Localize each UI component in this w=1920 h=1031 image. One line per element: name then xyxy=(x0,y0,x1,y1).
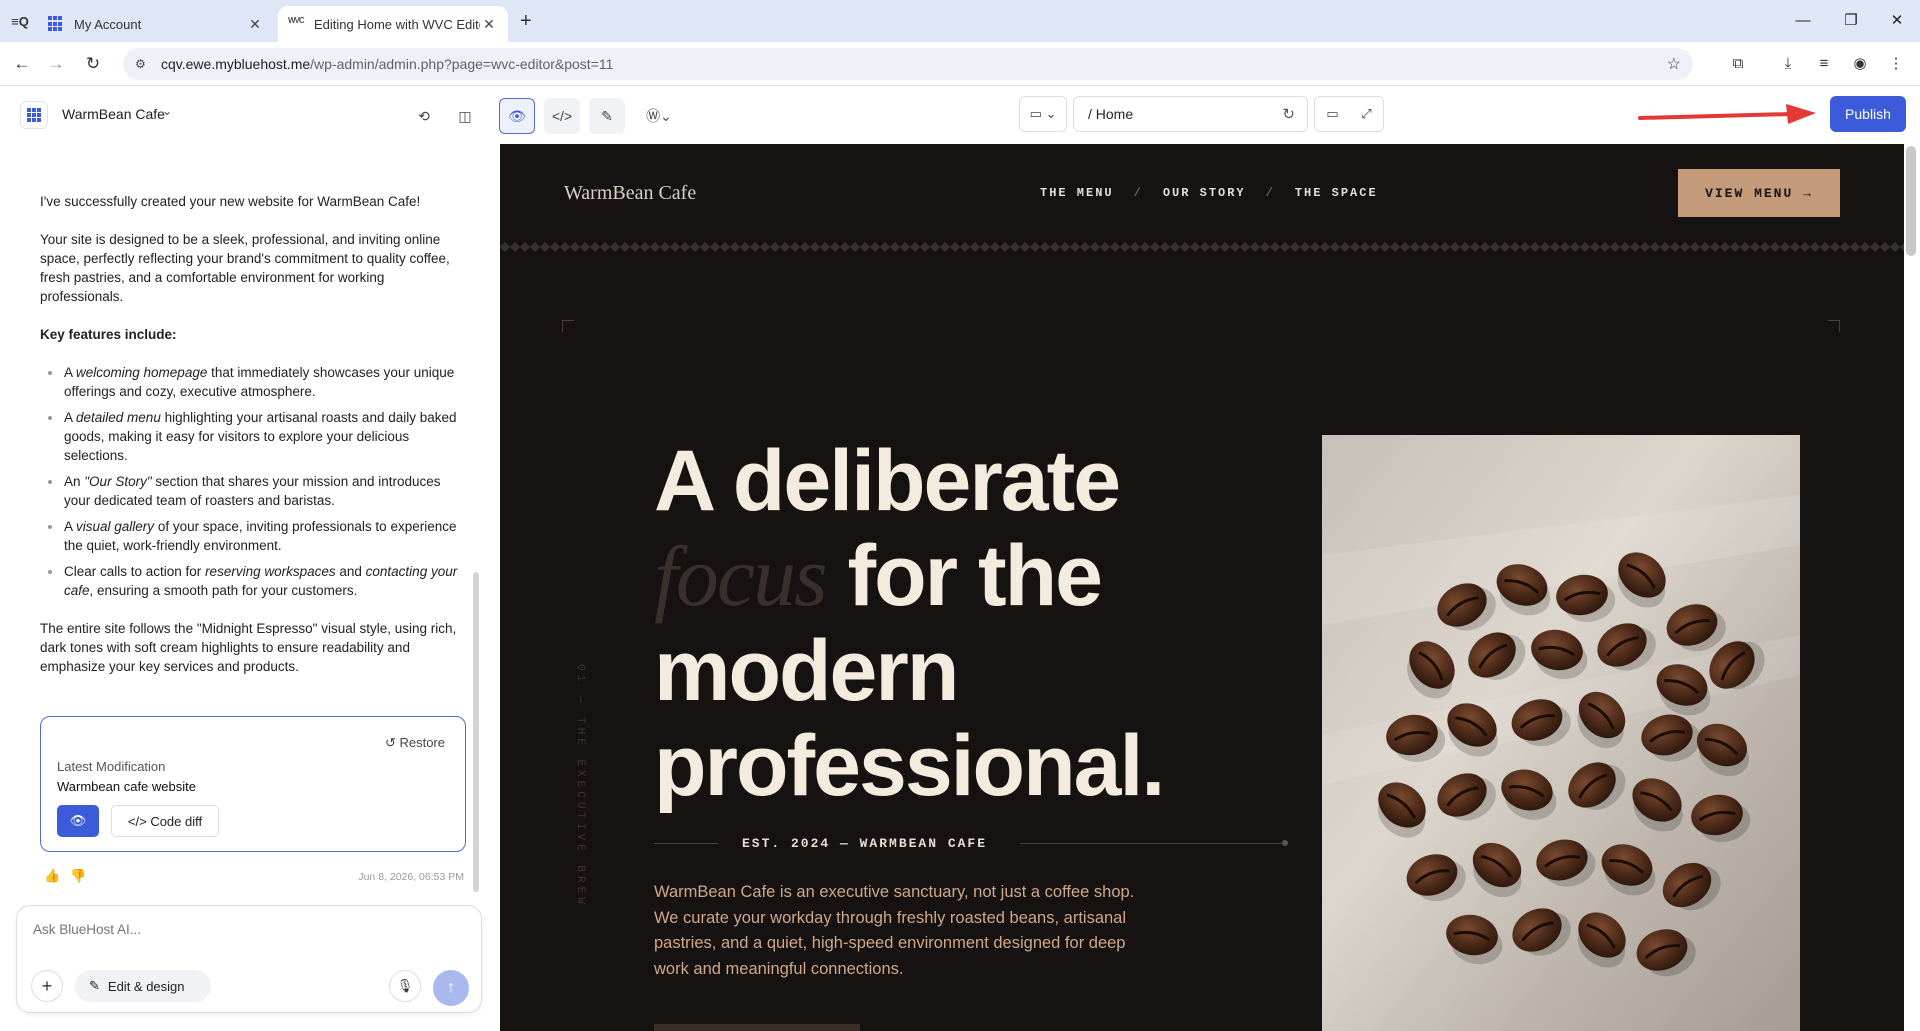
list-item: An "Our Story" section that shares your … xyxy=(40,472,460,510)
page-type-select[interactable]: ▭ ⌄ xyxy=(1019,96,1067,132)
microphone-icon[interactable]: 🎙 xyxy=(389,970,421,1002)
wvc-favicon-icon: WVC xyxy=(288,16,305,25)
history-icon[interactable]: ⟲ xyxy=(408,100,440,132)
nav-link-space[interactable]: THE SPACE xyxy=(1295,186,1378,200)
browser-toolbar: ← → ↻ ⚙ cqv.ewe.mybluehost.me/wp-admin/a… xyxy=(0,42,1920,86)
extensions-icon[interactable]: ⧉ xyxy=(1726,52,1750,76)
list-item: Clear calls to action for reserving work… xyxy=(40,562,460,600)
hero-headline: A deliberate focus for the modern profes… xyxy=(654,433,1165,814)
restore-icon: ↺ xyxy=(384,735,396,750)
wordpress-menu-icon[interactable]: Ⓦ⌄ xyxy=(640,100,678,132)
browser-tab-strip: ≡Q My Account ✕ WVC Editing Home with WV… xyxy=(0,0,1920,42)
chevron-down-icon[interactable]: ⌄ xyxy=(162,104,172,118)
desktop-view-icon[interactable]: ▭ xyxy=(1326,106,1338,122)
site-name[interactable]: WarmBean Cafe xyxy=(62,106,165,122)
new-tab-plus-icon[interactable]: + xyxy=(520,10,532,33)
nav-link-story[interactable]: OUR STORY xyxy=(1163,186,1246,200)
modification-label: Latest Modification xyxy=(57,759,166,774)
grid-favicon-icon xyxy=(48,16,64,32)
media-control-icon[interactable]: ≡ xyxy=(1812,52,1836,76)
url-host: cqv.ewe.mybluehost.me xyxy=(161,56,311,72)
view-mode-group: ▭ ⤢ xyxy=(1314,96,1384,132)
more-menu-icon[interactable]: ⋮ xyxy=(1884,52,1908,76)
vertical-label: 01 — THE EXECUTIVE BREW xyxy=(574,664,586,908)
chat-input[interactable] xyxy=(33,922,453,937)
editor-top-bar: WarmBean Cafe ⌄ ⟲ ◫ 👁 </> ✎ Ⓦ⌄ ▭ ⌄ / Hom… xyxy=(0,86,1920,142)
site-grid-icon[interactable] xyxy=(20,101,48,129)
bookmark-star-icon[interactable]: ☆ xyxy=(1667,54,1681,74)
reload-icon[interactable]: ↻ xyxy=(80,51,106,77)
tab-title: My Account xyxy=(74,16,142,32)
annotation-arrow-icon xyxy=(1638,104,1816,124)
code-diff-button[interactable]: </> Code diff xyxy=(111,805,219,837)
back-arrow-icon[interactable]: ← xyxy=(9,51,35,77)
tab-editing-home[interactable]: WVC Editing Home with WVC Editor ✕ xyxy=(278,6,508,42)
tab-my-account[interactable]: My Account ✕ xyxy=(38,6,274,42)
ai-message: I've successfully created your new websi… xyxy=(40,192,460,695)
profile-icon[interactable]: ◉ xyxy=(1848,52,1872,76)
nav-link-menu[interactable]: THE MENU xyxy=(1040,186,1114,200)
design-brush-icon: ✎ xyxy=(89,978,100,993)
list-item: A detailed menu highlighting your artisa… xyxy=(40,408,460,465)
design-brush-icon[interactable]: ✎ xyxy=(589,98,625,134)
tab-search-icon[interactable]: ≡Q xyxy=(6,8,34,34)
edit-design-button[interactable]: ✎ Edit & design xyxy=(75,970,211,1002)
code-icon[interactable]: </> xyxy=(544,98,580,134)
features-list: A welcoming homepage that immediately sh… xyxy=(40,363,460,600)
hero-body-text: WarmBean Cafe is an executive sanctuary,… xyxy=(654,883,1135,978)
features-heading: Key features include: xyxy=(40,327,177,342)
preview-eye-icon[interactable]: 👁 xyxy=(499,98,535,134)
preview-eye-button[interactable]: 👁 xyxy=(57,805,99,837)
corner-mark xyxy=(1828,320,1840,332)
view-menu-button[interactable]: VIEW MENU → xyxy=(1678,169,1840,217)
page-path-text: / Home xyxy=(1088,106,1134,122)
corner-mark xyxy=(562,320,574,332)
chat-composer: + ✎ Edit & design 🎙 ↑ xyxy=(16,905,482,1013)
close-window-icon[interactable]: ✕ xyxy=(1880,8,1914,34)
download-icon[interactable]: ⤓ xyxy=(1776,52,1800,76)
preview-logo[interactable]: WarmBean Cafe xyxy=(564,182,696,205)
message-timestamp: Jun 8, 2026, 06:53 PM xyxy=(358,871,464,883)
modification-card: ↺ Restore Latest Modification Warmbean c… xyxy=(40,716,466,852)
close-icon[interactable]: ✕ xyxy=(246,16,264,33)
diamond-divider xyxy=(500,242,1904,252)
preview-scrollbar[interactable] xyxy=(1906,146,1916,256)
restore-window-icon[interactable]: ❐ xyxy=(1834,8,1868,34)
closing-text: The entire site follows the "Midnight Es… xyxy=(40,621,457,674)
reload-preview-icon[interactable]: ↻ xyxy=(1282,105,1295,123)
coffee-beans-image xyxy=(1322,435,1800,1031)
url-path: /wp-admin/admin.php?page=wvc-editor&post… xyxy=(310,56,614,72)
preview-nav: THE MENU / OUR STORY / THE SPACE xyxy=(1040,186,1378,200)
code-icon: </> xyxy=(127,813,147,829)
ai-chat-panel: I've successfully created your new websi… xyxy=(0,142,486,1031)
send-button[interactable]: ↑ xyxy=(433,970,469,1006)
intro-text: I've successfully created your new websi… xyxy=(40,194,421,209)
site-settings-icon[interactable]: ⚙ xyxy=(135,57,151,71)
list-item: A welcoming homepage that immediately sh… xyxy=(40,363,460,401)
page-path-field[interactable]: / Home ↻ xyxy=(1073,96,1308,132)
website-preview: WarmBean Cafe THE MENU / OUR STORY / THE… xyxy=(500,144,1904,1031)
add-attachment-button[interactable]: + xyxy=(31,970,63,1002)
feedback-row: 👍 👎 xyxy=(44,868,96,884)
restore-button[interactable]: ↺ Restore xyxy=(385,735,445,751)
list-item: A visual gallery of your space, inviting… xyxy=(40,517,460,555)
fullscreen-icon[interactable]: ⤢ xyxy=(1361,106,1371,122)
forward-arrow-icon[interactable]: → xyxy=(43,51,69,77)
close-icon[interactable]: ✕ xyxy=(480,16,498,33)
chat-scrollbar[interactable] xyxy=(473,572,479,892)
established-line: EST. 2024 — WARMBEAN CAFE xyxy=(654,834,1290,854)
sidebar-toggle-icon[interactable]: ◫ xyxy=(449,100,481,132)
thumbs-up-icon[interactable]: 👍 xyxy=(44,868,60,883)
hero-button-partial[interactable] xyxy=(654,1024,860,1031)
tab-title: Editing Home with WVC Editor xyxy=(314,16,480,32)
minimize-icon[interactable]: — xyxy=(1786,8,1820,34)
address-bar[interactable]: ⚙ cqv.ewe.mybluehost.me/wp-admin/admin.p… xyxy=(123,48,1693,80)
publish-button[interactable]: Publish xyxy=(1830,96,1906,132)
modification-value: Warmbean cafe website xyxy=(57,779,196,794)
description-text: Your site is designed to be a sleek, pro… xyxy=(40,232,450,304)
thumbs-down-icon[interactable]: 👎 xyxy=(70,868,86,883)
